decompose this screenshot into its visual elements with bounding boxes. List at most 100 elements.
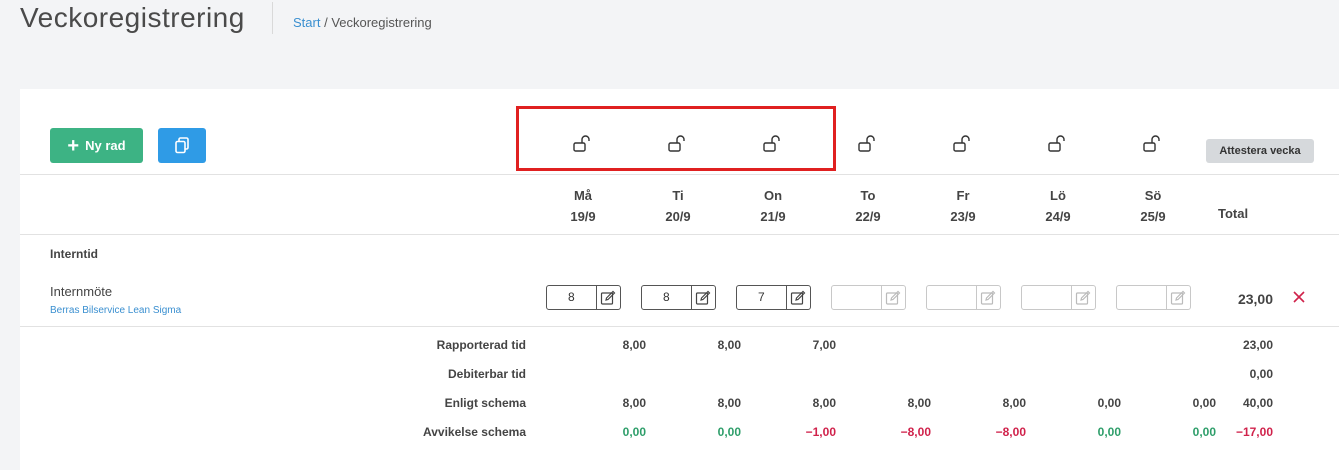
summary-value: 0,00 — [1097, 425, 1121, 439]
divider — [20, 326, 1339, 327]
summary-total: 23,00 — [1242, 338, 1273, 352]
breadcrumb-current: Veckoregistrering — [331, 15, 432, 30]
summary-label: Enligt schema — [444, 396, 526, 410]
summary-label: Debiterbar tid — [447, 367, 526, 381]
day-date: 23/9 — [950, 209, 976, 224]
summary-value: 8,00 — [717, 396, 741, 410]
day-name: Må — [573, 188, 593, 203]
unlock-day-icon[interactable] — [571, 133, 595, 155]
hours-input[interactable]: 8 — [642, 286, 691, 309]
day-date: 25/9 — [1140, 209, 1166, 224]
unlocked-icon — [668, 135, 685, 152]
new-row-label: Ny rad — [85, 138, 126, 153]
unlocked-icon — [1143, 135, 1160, 152]
day-date: 20/9 — [665, 209, 691, 224]
day-header: Sö 25/9 — [1113, 185, 1193, 227]
unlocked-icon — [763, 135, 780, 152]
summary-value: 0,00 — [1097, 396, 1121, 410]
attest-week-button[interactable]: Attestera vecka — [1206, 139, 1314, 163]
hours-input-cell[interactable] — [831, 285, 906, 310]
summary-value: 0,00 — [622, 425, 646, 439]
summary-label: Rapporterad tid — [436, 338, 526, 352]
hours-input-cell[interactable] — [1021, 285, 1096, 310]
row-customer-link[interactable]: Berras Bilservice Lean Sigma — [50, 305, 181, 316]
summary-value: 8,00 — [622, 396, 646, 410]
unlocked-icon — [858, 135, 875, 152]
edit-comment-icon[interactable] — [690, 286, 715, 309]
hours-input-cell[interactable]: 8 — [546, 285, 621, 310]
hours-input-cell[interactable]: 8 — [641, 285, 716, 310]
day-header: On 21/9 — [733, 185, 813, 227]
summary-value: 0,00 — [717, 425, 741, 439]
row-activity-name: Internmöte — [50, 284, 113, 299]
section-label-interntid: Interntid — [50, 247, 98, 261]
unlocked-icon — [1048, 135, 1065, 152]
day-name: On — [763, 188, 783, 203]
day-name: Fr — [956, 188, 970, 203]
hours-input[interactable] — [1022, 286, 1071, 309]
day-name: Sö — [1144, 188, 1162, 203]
hours-input-cell[interactable] — [926, 285, 1001, 310]
edit-comment-icon[interactable] — [595, 286, 620, 309]
summary-value: −1,00 — [805, 425, 836, 439]
divider — [20, 234, 1339, 235]
delete-row-icon[interactable] — [1292, 290, 1306, 304]
day-header: Fr 23/9 — [923, 185, 1003, 227]
copy-icon — [175, 137, 189, 154]
hours-input[interactable]: 7 — [737, 286, 786, 309]
unlock-day-icon[interactable] — [1141, 133, 1165, 155]
edit-comment-icon[interactable] — [1070, 286, 1095, 309]
summary-value: 8,00 — [717, 338, 741, 352]
summary-value: 8,00 — [622, 338, 646, 352]
total-header: Total — [1218, 206, 1249, 221]
plus-icon: + — [67, 134, 80, 157]
title-divider — [272, 2, 273, 34]
day-date: 22/9 — [855, 209, 881, 224]
unlock-day-icon[interactable] — [761, 133, 785, 155]
hours-input[interactable]: 8 — [547, 286, 596, 309]
day-header: Må 19/9 — [543, 185, 623, 227]
week-card: + Ny rad Attestera vecka Total Interntid… — [20, 89, 1339, 470]
breadcrumb: Start / Veckoregistrering — [293, 15, 432, 30]
hours-input-cell[interactable]: 7 — [736, 285, 811, 310]
unlock-day-icon[interactable] — [856, 133, 880, 155]
row-total: 23,00 — [1237, 291, 1273, 307]
hours-input[interactable] — [832, 286, 881, 309]
day-name: To — [860, 188, 876, 203]
hours-input[interactable] — [927, 286, 976, 309]
edit-comment-icon[interactable] — [1165, 286, 1190, 309]
summary-total: −17,00 — [1235, 425, 1273, 439]
breadcrumb-start-link[interactable]: Start — [293, 15, 320, 30]
edit-comment-icon[interactable] — [880, 286, 905, 309]
unlock-day-icon[interactable] — [1046, 133, 1070, 155]
hours-input[interactable] — [1117, 286, 1166, 309]
hours-input-cell[interactable] — [1116, 285, 1191, 310]
unlock-day-icon[interactable] — [666, 133, 690, 155]
new-row-button[interactable]: + Ny rad — [50, 128, 143, 163]
summary-value: 8,00 — [1002, 396, 1026, 410]
divider — [20, 174, 1339, 175]
edit-comment-icon[interactable] — [785, 286, 810, 309]
summary-total: 0,00 — [1249, 367, 1273, 381]
day-header: Ti 20/9 — [638, 185, 718, 227]
summary-value: −8,00 — [995, 425, 1026, 439]
summary-label: Avvikelse schema — [423, 425, 526, 439]
edit-comment-icon[interactable] — [975, 286, 1000, 309]
day-name: Ti — [672, 188, 684, 203]
day-date: 21/9 — [760, 209, 786, 224]
summary-total: 40,00 — [1242, 396, 1273, 410]
unlock-day-icon[interactable] — [951, 133, 975, 155]
day-name: Lö — [1050, 188, 1066, 203]
day-date: 19/9 — [570, 209, 596, 224]
summary-value: 8,00 — [812, 396, 836, 410]
copy-week-button[interactable] — [158, 128, 206, 163]
breadcrumb-separator: / — [320, 15, 332, 30]
unlocked-icon — [953, 135, 970, 152]
summary-value: −8,00 — [900, 425, 931, 439]
day-header: To 22/9 — [828, 185, 908, 227]
summary-value: 8,00 — [907, 396, 931, 410]
day-header: Lö 24/9 — [1018, 185, 1098, 227]
day-date: 24/9 — [1045, 209, 1071, 224]
unlocked-icon — [573, 135, 590, 152]
page-title: Veckoregistrering — [20, 2, 245, 33]
